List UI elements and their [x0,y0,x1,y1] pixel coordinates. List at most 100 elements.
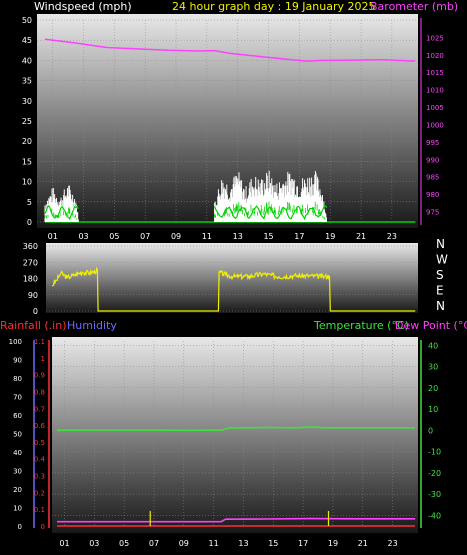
wind-tick-label: 30 [22,97,32,106]
wind-tick-label: 25 [22,117,32,126]
humidity-tick-label: 60 [13,412,22,420]
temperature-tick-label: -30 [428,490,441,499]
rain-tick-label: 0.1 [34,506,45,514]
rain-tick-label: 0.2 [34,489,45,497]
direction-tick-label: 360 [23,242,38,251]
wind-x-tick-label: 07 [140,232,150,241]
compass-axis: NWSEN [436,237,448,313]
temperature-tick-label: -10 [428,448,441,457]
rain-humidity-temp-panel: 0102030405060708090100 00.10.20.30.40.50… [9,337,441,548]
wind-x-tick-label: 23 [387,232,397,241]
wind-tick-label: 15 [22,157,32,166]
rain-temp-x-tick-label: 01 [59,539,69,548]
wind-x-tick-label: 05 [109,232,119,241]
wind-tick-label: 20 [22,137,32,146]
wind-x-tick-label: 21 [356,232,366,241]
wind-tick-label: 5 [27,198,32,207]
rain-tick-label: 0.3 [34,473,45,481]
wind-tick-label: 40 [22,56,32,65]
rain-temp-x-tick-label: 21 [358,539,368,548]
barometer-tick-label: 975 [426,209,439,217]
humidity-tick-label: 50 [13,431,22,439]
rain-tick-label: 0.9 [34,372,45,380]
rain-temp-x-tick-label: 13 [238,539,248,548]
humidity-tick-label: 100 [9,338,22,346]
barometer-tick-label: 1010 [426,87,444,95]
temperature-tick-label: 40 [428,341,438,350]
wind-tick-label: 10 [22,178,32,187]
barometer-tick-label: 1025 [426,34,444,42]
rain-temp-x-tick-label: 15 [268,539,278,548]
compass-label: E [436,284,444,298]
barometer-tick-label: 990 [426,156,439,164]
wind-x-tick-label: 01 [48,232,58,241]
wind-x-tick-label: 19 [325,232,335,241]
rain-tick-label: 0.5 [34,439,45,447]
temperature-y-axis: -40 -30 -20 -10 0 10 20 30 40 [428,341,441,520]
humidity-y-axis: 0 10 20 30 40 50 60 70 80 90 100 [9,338,22,531]
rain-temp-x-tick-label: 17 [298,539,308,548]
wind-pressure-panel: 05101520253035404550 9759809859909951000… [22,14,444,241]
direction-tick-label: 180 [23,275,38,284]
rain-tick-label: 0 [41,523,45,531]
weather-graph-canvas: Windspeed (mph) 24 hour graph day : 19 J… [0,0,467,548]
barometer-tick-label: 1015 [426,69,444,77]
barometer-tick-label: 985 [426,174,439,182]
rain-temp-x-tick-label: 07 [149,539,159,548]
wind-x-tick-label: 11 [202,232,212,241]
barometer-y-axis: 975 980 985 990 995 1000 1005 1010 1015 1020 1025 [420,18,444,225]
wind-tick-label: 50 [22,16,32,25]
rain-tick-label: 0.4 [34,456,46,464]
wind-x-tick-label: 13 [233,232,243,241]
temperature-tick-label: 0 [428,426,433,435]
rain-temp-x-tick-label: 23 [388,539,398,548]
humidity-tick-label: 30 [13,468,22,476]
rain-tick-label: 0.6 [34,422,46,430]
rain-temp-x-axis: 01 03 05 07 09 11 13 15 17 19 21 23 [59,539,397,548]
humidity-tick-label: 80 [13,375,22,383]
wind-x-tick-label: 17 [294,232,304,241]
rain-tick-label: 0.8 [34,388,45,396]
wind-axis-title: Windspeed (mph) [34,0,132,13]
humidity-tick-label: 70 [13,394,22,402]
compass-label: N [436,299,445,313]
temperature-tick-label: 10 [428,405,438,414]
barometer-tick-label: 1005 [426,104,444,112]
rain-tick-label: 1.1 [34,338,45,346]
rain-temp-x-tick-label: 09 [179,539,189,548]
wind-x-axis: 01 03 05 07 09 11 13 15 17 19 21 23 [48,232,397,241]
rain-tick-label: 1 [41,355,45,363]
direction-tick-label: 270 [23,258,38,267]
dewpoint-axis-title: Dew Point (°C) [395,319,467,332]
temperature-tick-label: -20 [428,469,441,478]
wind-x-tick-label: 03 [78,232,88,241]
wind-tick-label: 45 [22,36,32,45]
humidity-tick-label: 20 [13,486,22,494]
direction-tick-label: 90 [28,291,38,300]
wind-x-tick-label: 15 [263,232,273,241]
temperature-tick-label: 20 [428,384,438,393]
barometer-axis-title: Barometer (mb) [370,0,458,13]
temperature-tick-label: -40 [428,511,441,520]
rain-temp-x-tick-label: 03 [89,539,99,548]
rain-axis-title: Rainfall (.in) [0,319,67,332]
direction-tick-label: 0 [33,307,38,316]
barometer-tick-label: 1000 [426,121,444,129]
barometer-tick-label: 1020 [426,52,444,60]
rain-tick-label: 0.7 [34,405,45,413]
barometer-tick-label: 995 [426,139,439,147]
rain-temp-x-tick-label: 05 [119,539,129,548]
wind-y-axis: 0 5 10 15 20 25 30 35 40 45 50 [22,16,32,227]
humidity-tick-label: 90 [13,357,22,365]
humidity-tick-label: 40 [13,449,22,457]
wind-tick-label: 35 [22,77,32,86]
chart-title: 24 hour graph day : 19 January 2025 [172,0,376,13]
direction-y-axis: 0 90 180 270 360 [23,242,38,316]
rain-temp-x-tick-label: 19 [328,539,338,548]
humidity-tick-label: 0 [18,523,22,531]
compass-label: N [436,237,445,251]
humidity-axis-title: Humidity [67,319,117,332]
rain-y-axis: 0 0.1 0.2 0.3 0.4 0.5 0.6 0.7 0.8 0.9 1 1.1 [34,338,46,531]
compass-label: W [436,253,448,267]
barometer-tick-label: 980 [426,191,439,199]
